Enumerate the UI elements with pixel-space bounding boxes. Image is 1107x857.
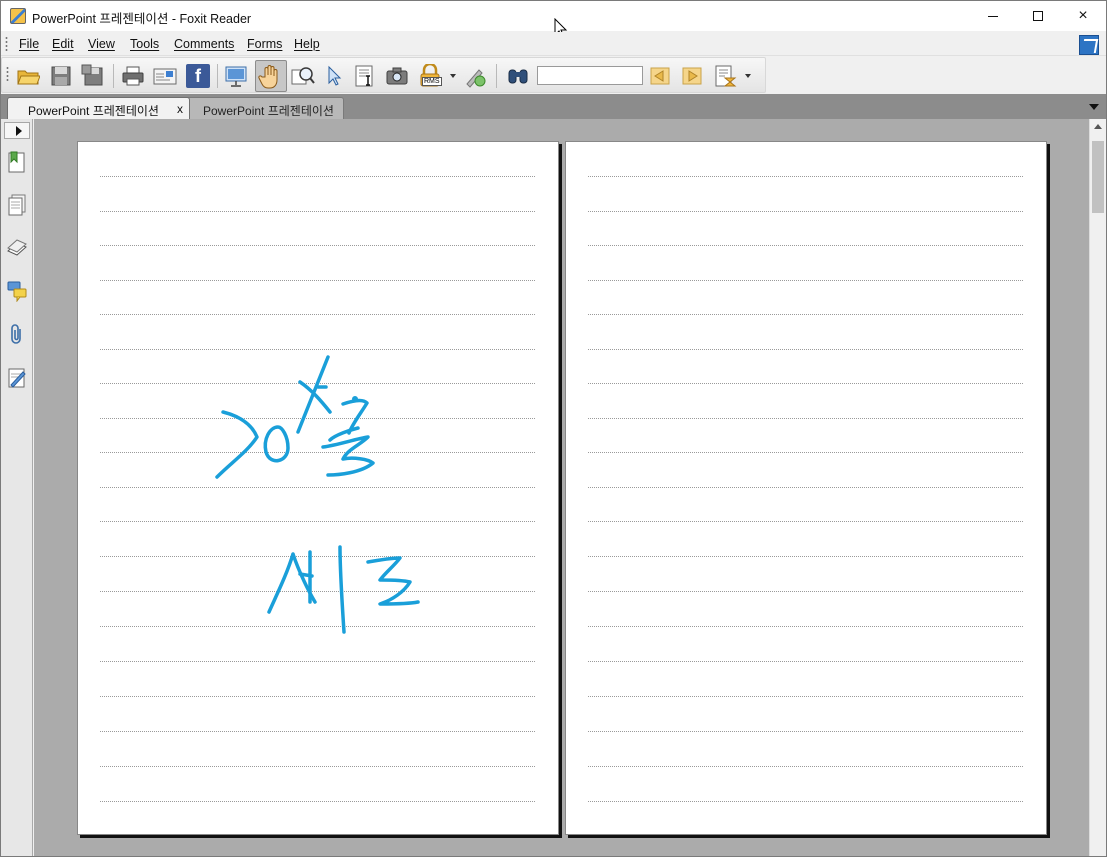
pages-panel-icon[interactable]	[7, 194, 27, 216]
ruled-line	[588, 766, 1023, 767]
window-title: PowerPoint 프레젠테이션 - Foxit Reader	[32, 12, 252, 26]
select-text-icon[interactable]	[353, 64, 377, 88]
facebook-icon[interactable]: f	[186, 64, 210, 88]
tab-label: PowerPoint 프레젠테이션	[28, 104, 159, 118]
presentation-icon[interactable]	[224, 64, 248, 88]
minimize-icon	[988, 15, 998, 17]
restore-view-icon[interactable]	[1079, 35, 1099, 55]
signatures-panel-icon[interactable]	[7, 366, 27, 388]
print-icon[interactable]	[121, 64, 145, 88]
ruled-line	[588, 245, 1023, 246]
hand-tool-icon	[258, 65, 278, 89]
ruled-line	[588, 349, 1023, 350]
email-icon[interactable]	[153, 64, 177, 88]
comments-panel-icon[interactable]	[7, 280, 27, 302]
ruled-line	[588, 487, 1023, 488]
find-binoculars-icon[interactable]	[506, 64, 530, 88]
close-button[interactable]: ×	[1060, 1, 1106, 31]
tab-close-icon[interactable]: x	[177, 102, 183, 116]
toolbar-grip-icon	[6, 66, 9, 82]
save-as-icon[interactable]	[81, 64, 105, 88]
minimize-button[interactable]	[970, 1, 1016, 31]
next-result-icon[interactable]	[680, 64, 704, 88]
menubar-grip-icon	[5, 36, 8, 52]
panel-expand-toggle-icon[interactable]	[4, 122, 30, 139]
menu-help[interactable]: Help	[294, 37, 320, 51]
typewriter-icon[interactable]	[713, 64, 737, 88]
menu-file[interactable]: File	[19, 37, 39, 51]
menu-bar: File Edit View Tools Comments Forms Help	[1, 32, 1106, 56]
ruled-line	[588, 314, 1023, 315]
document-tab-strip: PowerPoint 프레젠테이션 PowerPoint 프레젠테이션 x	[1, 94, 1106, 119]
toolbar-separator	[217, 64, 218, 88]
menu-edit[interactable]: Edit	[52, 37, 74, 51]
maximize-button[interactable]	[1015, 1, 1061, 31]
navigation-panel	[1, 119, 33, 856]
snapshot-zoom-icon[interactable]	[291, 64, 315, 88]
tab-powerpoint-2[interactable]: PowerPoint 프레젠테이션	[185, 97, 344, 119]
ruled-line	[588, 591, 1023, 592]
rms-label: RMS	[422, 77, 442, 86]
foxit-app-icon	[10, 8, 26, 24]
menu-tools[interactable]: Tools	[130, 37, 159, 51]
main-toolbar: f RMS	[1, 57, 766, 93]
ruled-line	[588, 383, 1023, 384]
pdf-page-left[interactable]	[77, 141, 559, 835]
ruled-line	[588, 696, 1023, 697]
menu-view[interactable]: View	[88, 37, 115, 51]
maximize-icon	[1033, 11, 1043, 21]
tab-list-dropdown-icon[interactable]	[1089, 104, 1099, 110]
sign-icon[interactable]	[463, 64, 487, 88]
rms-dropdown-arrow-icon[interactable]	[450, 74, 456, 78]
toolbar-separator	[496, 64, 497, 88]
previous-result-icon[interactable]	[648, 64, 672, 88]
scrollbar-thumb[interactable]	[1092, 141, 1104, 213]
layers-panel-icon[interactable]	[7, 237, 27, 259]
select-icon[interactable]	[322, 64, 346, 88]
camera-icon[interactable]	[385, 64, 409, 88]
ruled-line	[588, 801, 1023, 802]
ruled-line	[588, 176, 1023, 177]
toolbar-separator	[113, 64, 114, 88]
ruled-line	[588, 626, 1023, 627]
title-bar: PowerPoint 프레젠테이션 - Foxit Reader ×	[1, 1, 1106, 39]
tab-label: PowerPoint 프레젠테이션	[203, 104, 334, 118]
bookmark-panel-icon[interactable]	[7, 151, 27, 173]
document-view[interactable]	[34, 119, 1089, 856]
ruled-line	[588, 521, 1023, 522]
ruled-line	[588, 452, 1023, 453]
open-folder-icon[interactable]	[16, 64, 40, 88]
ruled-line	[588, 280, 1023, 281]
app-window: PowerPoint 프레젠테이션 - Foxit Reader × File …	[0, 0, 1107, 857]
hand-tool-button[interactable]	[255, 60, 287, 92]
menu-comments[interactable]: Comments	[174, 37, 234, 51]
ruled-line	[588, 731, 1023, 732]
ruled-line	[588, 211, 1023, 212]
ruled-line	[588, 418, 1023, 419]
tab-powerpoint-1[interactable]: PowerPoint 프레젠테이션 x	[7, 97, 190, 119]
typewriter-dropdown-arrow-icon[interactable]	[745, 74, 751, 78]
rms-lock-icon[interactable]: RMS	[418, 62, 446, 88]
ruled-line	[588, 661, 1023, 662]
save-icon[interactable]	[49, 64, 73, 88]
handwriting-ink-drawing	[215, 355, 420, 634]
attachments-panel-icon[interactable]	[7, 323, 27, 345]
find-input[interactable]	[537, 66, 643, 85]
vertical-scrollbar[interactable]	[1089, 119, 1106, 856]
pdf-page-right[interactable]	[565, 141, 1047, 835]
ruled-line	[588, 556, 1023, 557]
menu-forms[interactable]: Forms	[247, 37, 282, 51]
scroll-up-arrow-icon[interactable]	[1094, 124, 1102, 129]
